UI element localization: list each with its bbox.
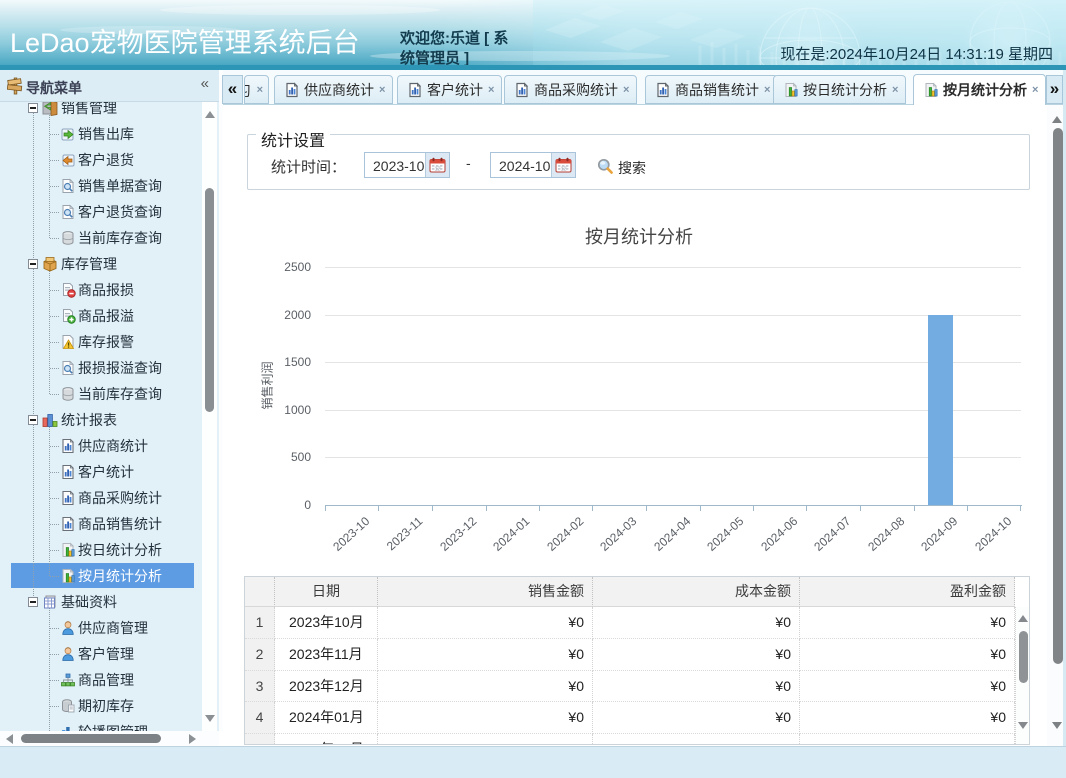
svg-text:12: 12 xyxy=(560,167,566,173)
svg-text:12: 12 xyxy=(434,167,440,173)
